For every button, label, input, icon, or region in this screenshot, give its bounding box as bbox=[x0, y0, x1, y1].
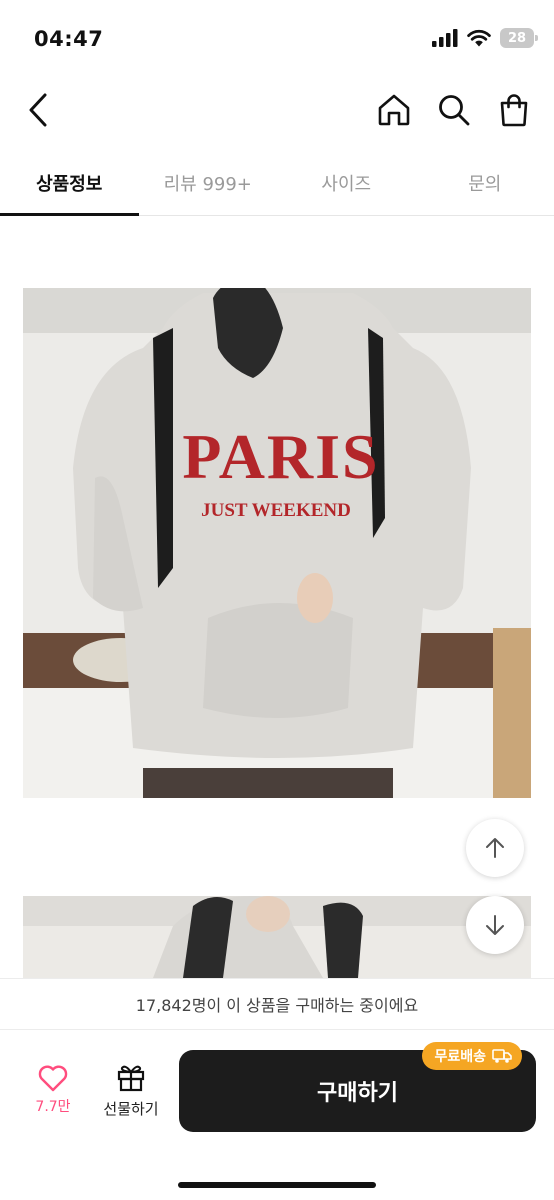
home-button[interactable] bbox=[376, 90, 412, 130]
status-bar: 04:47 28 bbox=[0, 0, 554, 80]
print-main-text: PARIS bbox=[182, 421, 379, 492]
cart-button[interactable] bbox=[496, 90, 532, 130]
battery-indicator: 28 bbox=[500, 28, 538, 48]
tab-product-info[interactable]: 상품정보 bbox=[0, 150, 139, 216]
gift-icon bbox=[117, 1065, 145, 1092]
print-sub-text: JUST WEEKEND bbox=[201, 500, 351, 521]
free-shipping-badge: 무료배송 bbox=[422, 1042, 522, 1070]
shopping-bag-icon bbox=[500, 94, 528, 127]
like-count: 7.7만 bbox=[35, 1099, 71, 1115]
wifi-icon bbox=[467, 29, 491, 47]
gift-button[interactable]: 선물하기 bbox=[96, 1062, 166, 1124]
arrow-down-icon bbox=[486, 915, 504, 935]
status-icons: 28 bbox=[432, 28, 538, 48]
buy-button[interactable]: 구매하기 무료배송 bbox=[179, 1042, 536, 1132]
hoodie-photo: PARIS JUST WEEKEND bbox=[23, 288, 531, 798]
bottom-purchase-bar: 7.7만 선물하기 구매하기 무료배송 bbox=[0, 1030, 554, 1200]
buy-button-label: 구매하기 bbox=[317, 1081, 398, 1106]
product-image: PARIS JUST WEEKEND bbox=[23, 288, 531, 798]
product-tabs: 상품정보 리뷰 999+ 사이즈 문의 bbox=[0, 150, 554, 216]
search-icon bbox=[439, 95, 470, 126]
buyers-banner: 17,842명이 이 상품을 구매하는 중이에요 bbox=[0, 978, 554, 1030]
product-image-2 bbox=[23, 896, 531, 978]
top-nav-bar bbox=[0, 80, 554, 144]
tab-inquiry[interactable]: 문의 bbox=[416, 150, 554, 215]
back-button[interactable] bbox=[18, 88, 58, 132]
status-time: 04:47 bbox=[34, 27, 104, 51]
like-button[interactable]: 7.7만 bbox=[24, 1064, 82, 1124]
truck-icon bbox=[492, 1049, 512, 1063]
scroll-down-button[interactable] bbox=[466, 896, 524, 954]
heart-icon bbox=[38, 1065, 68, 1092]
free-shipping-label: 무료배송 bbox=[434, 1049, 486, 1065]
gift-label: 선물하기 bbox=[103, 1100, 159, 1118]
hoodie-photo-2 bbox=[23, 896, 531, 978]
back-icon bbox=[29, 93, 47, 127]
tab-size[interactable]: 사이즈 bbox=[277, 150, 416, 215]
tab-reviews[interactable]: 리뷰 999+ bbox=[139, 150, 278, 215]
home-icon bbox=[378, 94, 410, 126]
arrow-up-icon bbox=[486, 838, 504, 858]
home-indicator bbox=[178, 1182, 376, 1188]
signal-icon bbox=[432, 29, 458, 47]
scroll-up-button[interactable] bbox=[466, 819, 524, 877]
search-button[interactable] bbox=[436, 90, 472, 130]
